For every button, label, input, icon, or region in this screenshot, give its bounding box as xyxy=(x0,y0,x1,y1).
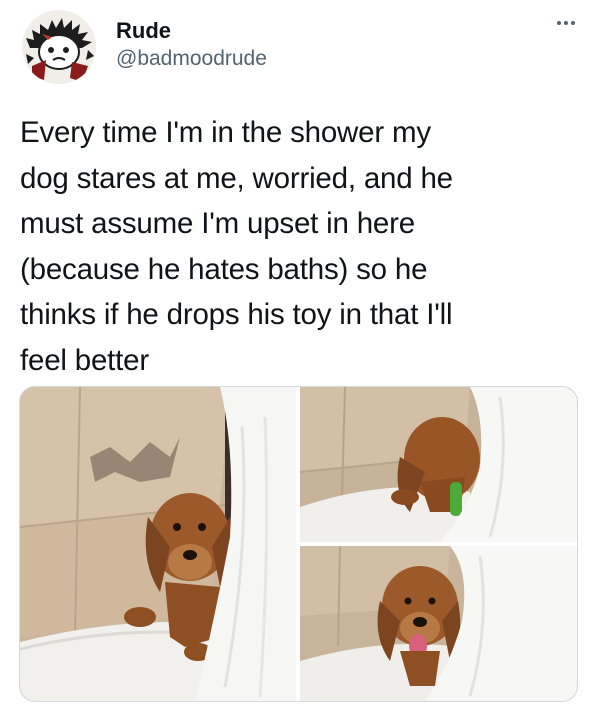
tweet-text-line: dog stares at me, worried, and he xyxy=(20,161,453,195)
more-horizontal-icon xyxy=(571,21,575,25)
user-handle[interactable]: @badmoodrude xyxy=(116,47,267,71)
display-name[interactable]: Rude xyxy=(116,18,171,44)
photo-dog-holding-toy[interactable] xyxy=(300,546,577,701)
photo-dog-with-toy[interactable] xyxy=(300,387,577,542)
tweet-text-line: (because he hates baths) so he xyxy=(20,252,428,286)
tweet-text-line: must assume I'm upset in here xyxy=(20,207,415,240)
tweet: Rude @badmoodrude Every time I'm in the … xyxy=(0,0,599,715)
media-grid xyxy=(19,386,578,702)
tweet-text: Every time I'm in the shower my dog star… xyxy=(20,110,580,383)
more-options-button[interactable] xyxy=(548,12,584,34)
tweet-text-line: Every time I'm in the shower my xyxy=(20,116,431,149)
more-horizontal-icon xyxy=(557,21,561,25)
photo-dog-behind-curtain[interactable] xyxy=(20,387,296,701)
tweet-text-line: feel better xyxy=(20,343,149,377)
avatar-image xyxy=(22,10,96,84)
more-horizontal-icon xyxy=(564,21,568,25)
tweet-text-line: thinks if he drops his toy in that I'll xyxy=(20,298,453,331)
avatar[interactable] xyxy=(22,10,96,84)
